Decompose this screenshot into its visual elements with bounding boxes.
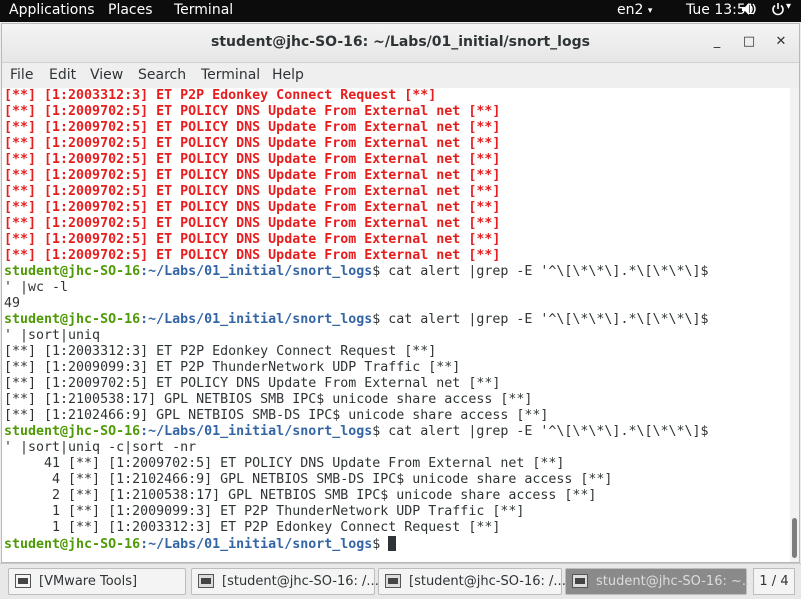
keyboard-layout-indicator[interactable]: en2 ▾ (617, 2, 652, 18)
text-cursor (388, 536, 397, 551)
terminal-window: student@jhc-SO-16: ~/Labs/01_initial/sno… (1, 23, 800, 563)
output-line: [**] [1:2009099:3] ET P2P ThunderNetwork… (4, 360, 461, 375)
alert-line: [**] [1:2009702:5] ET POLICY DNS Update … (4, 136, 501, 151)
taskbar: [VMware Tools] [student@jhc-SO-16: /... … (0, 563, 801, 599)
prompt-path: :~/Labs/01_initial/snort_logs (140, 537, 373, 552)
output-line: [**] [1:2003312:3] ET P2P Edonkey Connec… (4, 344, 437, 359)
alert-line: [**] [1:2009702:5] ET POLICY DNS Update … (4, 152, 501, 167)
task-terminal-1[interactable]: [student@jhc-SO-16: /... (191, 568, 379, 595)
task-label: [student@jhc-SO-16: /... (409, 574, 566, 589)
command-text: cat alert |grep -E '^\[\*\*\].*\[\*\*\]$ (388, 424, 709, 439)
alert-line: [**] [1:2009702:5] ET POLICY DNS Update … (4, 120, 501, 135)
prompt-path: :~/Labs/01_initial/snort_logs (140, 264, 373, 279)
window-title: student@jhc-SO-16: ~/Labs/01_initial/sno… (211, 34, 590, 50)
task-terminal-2[interactable]: [student@jhc-SO-16: /... (378, 568, 566, 595)
menu-file[interactable]: File (10, 67, 33, 83)
top-panel: Applications Places Terminal en2 ▾ Tue 1… (0, 0, 801, 22)
workspace-switcher[interactable]: 1 / 4 (753, 568, 795, 595)
alert-line: [**] [1:2009702:5] ET POLICY DNS Update … (4, 248, 501, 263)
applications-menu[interactable]: Applications (9, 2, 95, 18)
menu-search[interactable]: Search (138, 67, 186, 83)
minimize-button[interactable]: _ (709, 34, 725, 50)
task-label: [student@jhc-SO-16: /... (222, 574, 379, 589)
output-line: 49 (4, 296, 21, 311)
power-icon[interactable] (771, 2, 785, 20)
prompt-path: :~/Labs/01_initial/snort_logs (140, 312, 373, 327)
task-label: student@jhc-SO-16: ~... (596, 574, 755, 589)
chevron-down-icon: ▾ (786, 1, 792, 12)
terminal-icon (198, 574, 214, 588)
terminal-output[interactable]: [**] [1:2003312:3] ET P2P Edonkey Connec… (2, 88, 792, 562)
output-line: [**] [1:2009702:5] ET POLICY DNS Update … (4, 376, 501, 391)
prompt-suffix: $ (372, 424, 389, 439)
alert-line: [**] [1:2003312:3] ET P2P Edonkey Connec… (4, 88, 437, 103)
alert-line: [**] [1:2009702:5] ET POLICY DNS Update … (4, 104, 501, 119)
menu-help[interactable]: Help (272, 67, 304, 83)
command-line: student@jhc-SO-16:~/Labs/01_initial/snor… (4, 264, 709, 280)
places-menu[interactable]: Places (108, 2, 153, 18)
menu-terminal[interactable]: Terminal (201, 67, 260, 83)
terminal-app-menu[interactable]: Terminal (174, 2, 233, 18)
prompt-user: student@jhc-SO-16 (4, 424, 141, 439)
command-continuation: ' |sort|uniq -c|sort -nr (4, 440, 197, 455)
prompt-path: :~/Labs/01_initial/snort_logs (140, 424, 373, 439)
output-line: 2 [**] [1:2100538:17] GPL NETBIOS SMB IP… (4, 488, 597, 503)
alert-line: [**] [1:2009702:5] ET POLICY DNS Update … (4, 232, 501, 247)
output-line: 4 [**] [1:2102466:9] GPL NETBIOS SMB-DS … (4, 472, 613, 487)
menu-view[interactable]: View (90, 67, 123, 83)
menu-edit[interactable]: Edit (49, 67, 76, 83)
terminal-icon (385, 574, 401, 588)
active-prompt-line[interactable]: student@jhc-SO-16:~/Labs/01_initial/snor… (4, 536, 397, 552)
command-text: cat alert |grep -E '^\[\*\*\].*\[\*\*\]$ (388, 264, 709, 279)
output-line: 1 [**] [1:2003312:3] ET P2P Edonkey Conn… (4, 520, 501, 535)
task-terminal-active[interactable]: student@jhc-SO-16: ~... (565, 568, 754, 595)
prompt-suffix: $ (372, 264, 389, 279)
terminal-icon (572, 574, 588, 588)
prompt-user: student@jhc-SO-16 (4, 537, 141, 552)
alert-line: [**] [1:2009702:5] ET POLICY DNS Update … (4, 200, 501, 215)
alert-line: [**] [1:2009702:5] ET POLICY DNS Update … (4, 184, 501, 199)
maximize-button[interactable]: □ (741, 34, 757, 50)
terminal-scrollbar[interactable] (790, 88, 799, 562)
prompt-suffix: $ (372, 537, 389, 552)
command-continuation: ' |wc -l (4, 280, 69, 295)
prompt-suffix: $ (372, 312, 389, 327)
alert-line: [**] [1:2009702:5] ET POLICY DNS Update … (4, 168, 501, 183)
menubar: File Edit View Search Terminal Help (2, 63, 799, 88)
command-text: cat alert |grep -E '^\[\*\*\].*\[\*\*\]$ (388, 312, 709, 327)
command-line: student@jhc-SO-16:~/Labs/01_initial/snor… (4, 312, 709, 328)
command-line: student@jhc-SO-16:~/Labs/01_initial/snor… (4, 424, 709, 440)
close-button[interactable]: ✕ (773, 34, 789, 50)
window-titlebar[interactable]: student@jhc-SO-16: ~/Labs/01_initial/sno… (2, 24, 799, 63)
speaker-icon[interactable] (741, 2, 757, 20)
output-line: [**] [1:2102466:9] GPL NETBIOS SMB-DS IP… (4, 408, 549, 423)
window-icon (15, 574, 31, 588)
keyboard-layout-label: en2 (617, 2, 644, 18)
task-vmware-tools[interactable]: [VMware Tools] (8, 568, 186, 595)
alert-line: [**] [1:2009702:5] ET POLICY DNS Update … (4, 216, 501, 231)
output-line: 1 [**] [1:2009099:3] ET P2P ThunderNetwo… (4, 504, 525, 519)
prompt-user: student@jhc-SO-16 (4, 264, 141, 279)
prompt-user: student@jhc-SO-16 (4, 312, 141, 327)
chevron-down-icon: ▾ (647, 6, 653, 16)
task-label: [VMware Tools] (39, 574, 138, 589)
command-continuation: ' |sort|uniq (4, 328, 101, 343)
output-line: 41 [**] [1:2009702:5] ET POLICY DNS Upda… (4, 456, 565, 471)
scrollbar-thumb[interactable] (792, 518, 797, 558)
output-line: [**] [1:2100538:17] GPL NETBIOS SMB IPC$… (4, 392, 533, 407)
